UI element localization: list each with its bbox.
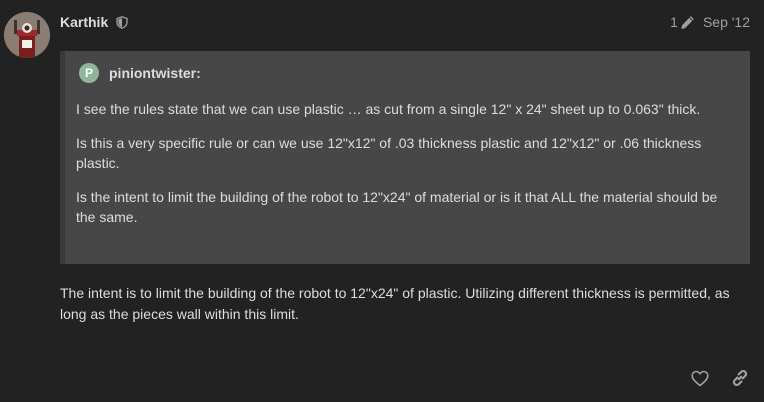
quote-username[interactable]: piniontwister:: [109, 65, 201, 81]
avatar-image: [4, 12, 50, 58]
edit-history-button[interactable]: 1: [670, 14, 703, 30]
forum-post: Karthik 1 Sep '12 P piniontwister: I see…: [0, 0, 764, 402]
quote-user-avatar[interactable]: P: [79, 63, 99, 83]
link-icon: [732, 369, 748, 387]
author-name[interactable]: Karthik: [60, 14, 108, 30]
edit-count: 1: [670, 14, 678, 30]
quote-paragraph: Is this a very specific rule or can we u…: [76, 135, 702, 171]
pencil-icon: [681, 15, 694, 29]
shield-icon: [116, 16, 128, 29]
post-meta: 1 Sep '12: [670, 14, 750, 30]
author-avatar[interactable]: [4, 12, 50, 58]
share-button[interactable]: [730, 368, 750, 388]
quote-paragraph: I see the rules state that we can use pl…: [76, 101, 701, 117]
post-body: The intent is to limit the building of t…: [60, 285, 730, 322]
post-date[interactable]: Sep '12: [703, 14, 750, 30]
quote-paragraph: Is the intent to limit the building of t…: [76, 189, 718, 225]
quote-header: P piniontwister:: [79, 63, 201, 83]
like-button[interactable]: [690, 368, 710, 388]
post-actions: [670, 368, 750, 388]
heart-icon: [691, 370, 709, 386]
quote-block: P piniontwister: I see the rules state t…: [60, 51, 750, 264]
quote-body: I see the rules state that we can use pl…: [76, 99, 736, 241]
